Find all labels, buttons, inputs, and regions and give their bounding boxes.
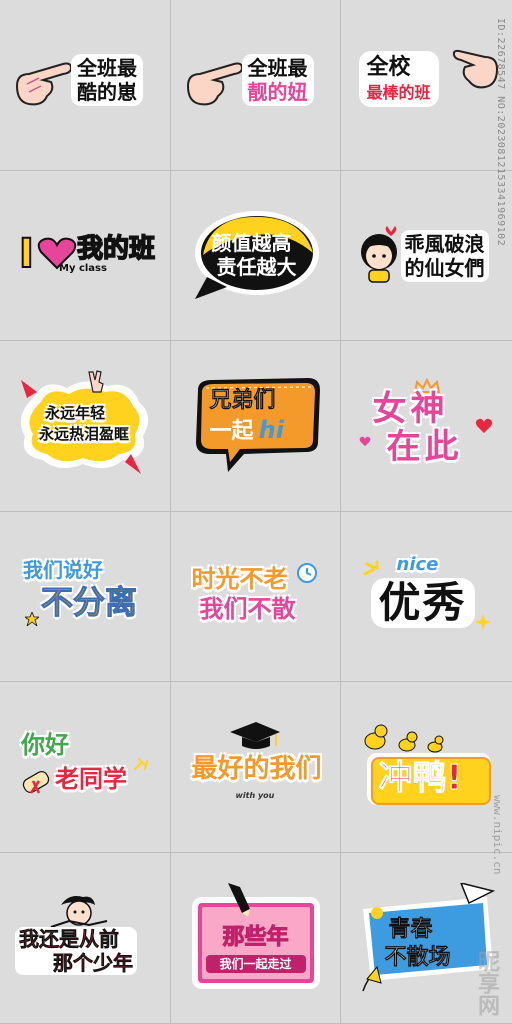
sticker-text-line1: 时光不老	[191, 564, 288, 593]
sticker-text-line1: 乖風破浪	[404, 232, 485, 257]
sticker-beauty-responsibility: 颜值越高 责任越大	[191, 207, 321, 303]
sticker-time-never-old: 时光不老 我们不散	[186, 557, 326, 637]
sticker-text-line1: 全校	[366, 54, 411, 80]
sticker-cell-6: 乖風破浪 的仙女們	[341, 170, 512, 342]
sticker-grid: 全班最 酷的崽 全班最 靓的妞 全校 最棒的班 I 我的班 My class 颜…	[0, 0, 512, 1024]
pointing-hand-icon	[452, 49, 498, 89]
clock-icon	[296, 562, 317, 583]
sticker-text-line1: 我还是从前	[19, 926, 120, 951]
sparkle-icon	[134, 758, 148, 771]
sticker-text-line2: 的仙女們	[404, 256, 485, 281]
sticker-brothers-together: 兄弟们 一起 hi	[188, 376, 324, 476]
sticker-never-part: 我们说好 不分离	[15, 552, 155, 642]
sticker-cell-14: 最好的我们 with you	[171, 682, 341, 853]
sticker-best-class: 全校 最棒的班	[357, 45, 498, 125]
sticker-text-line2: 我们一起走过	[219, 956, 292, 971]
sticker-cell-16: 我还是从前 那个少年	[0, 852, 171, 1024]
sticker-hello-classmate: 你好 老同学	[15, 727, 155, 807]
sticker-text-line1: 全班最	[77, 55, 137, 80]
pointing-hand-icon	[186, 62, 243, 106]
pointing-hand-icon	[15, 62, 73, 106]
sticker-cell-2: 全班最 靓的妞	[171, 0, 341, 171]
sticker-text-line2: 老同学	[55, 765, 127, 794]
graduation-cap-icon	[229, 722, 280, 750]
sticker-text-sub: My class	[59, 263, 107, 275]
sticker-text-line2: 最棒的班	[366, 82, 431, 102]
sticker-text-line1: 最好的我们	[191, 754, 322, 785]
sticker-coolest-kid: 全班最 酷的崽	[15, 50, 155, 120]
sticker-cell-13: 你好 老同学	[0, 682, 171, 853]
sticker-best-us: 最好的我们 with you	[186, 722, 326, 812]
sticker-cell-11: 时光不老 我们不散	[171, 511, 341, 683]
watermark-id: ID:22678547 NO:20230812153341969102	[495, 18, 506, 247]
sticker-text-line2: 一起	[209, 418, 254, 444]
peace-hand-icon	[88, 370, 104, 393]
sticker-text-line1: 我们说好	[23, 557, 103, 582]
sticker-prettiest-girl: 全班最 靓的妞	[186, 50, 326, 120]
heart-icon	[475, 418, 492, 433]
sticker-text-line1: 青春	[388, 916, 433, 942]
sticker-cell-7: 永远年轻 永远热泪盈眶	[0, 341, 171, 512]
sticker-text-line1: 颜值越高	[211, 231, 292, 256]
sticker-cell-3: 全校 最棒的班	[341, 0, 512, 171]
sticker-text-line2: 责任越大	[216, 255, 297, 280]
sticker-fairies: 乖風破浪 的仙女們	[357, 220, 497, 290]
sticker-text-line2: 优秀	[378, 577, 467, 627]
girl-avatar-icon	[360, 226, 397, 284]
sticker-cell-9: 女神 在此	[341, 341, 512, 512]
watermark-site: www.nipic.cn	[491, 794, 504, 874]
diploma-scroll-icon	[22, 771, 50, 794]
sticker-text-line2: 永远热泪盈眶	[39, 424, 130, 443]
sticker-text-sub: with you	[235, 791, 275, 801]
sticker-text-line2: 我的班	[76, 234, 156, 265]
sticker-forever-young: 永远年轻 永远热泪盈眶	[15, 370, 155, 476]
sticker-cell-5: 颜值越高 责任越大	[171, 170, 341, 342]
sticker-cell-4: I 我的班 My class	[0, 170, 171, 342]
sticker-text-line1: 那些年	[222, 924, 289, 950]
sticker-text-line2: 我们不散	[199, 594, 296, 623]
sticker-text-line1: nice	[396, 553, 439, 575]
sticker-cell-10: 我们说好 不分离	[0, 511, 171, 683]
sticker-text-line1: 你好	[21, 731, 69, 760]
sticker-text-line2: 不散场	[384, 944, 451, 970]
sparkle-icon	[474, 613, 491, 630]
sticker-text-line2: 酷的崽	[77, 79, 137, 104]
sticker-text-accent: hi	[258, 415, 284, 444]
sticker-text-line2: 在此	[386, 426, 463, 467]
sticker-goddess-here: 女神 在此	[357, 377, 497, 474]
sticker-text-line1: 冲鸭!	[378, 758, 463, 799]
ducks-icon	[364, 724, 443, 753]
sticker-cell-12: nice 优秀	[341, 511, 512, 683]
watermark-logo: 昵享网	[474, 950, 499, 1016]
sticker-text-line2: 靓的妞	[247, 79, 308, 104]
sticker-cell-15: 冲鸭!	[341, 682, 512, 853]
sticker-cell-17: 那些年 我们一起走过	[171, 852, 341, 1024]
sticker-charge-duck: 冲鸭!	[357, 717, 497, 817]
sticker-text-line1: 兄弟们	[209, 387, 276, 413]
sticker-those-years: 那些年 我们一起走过	[188, 882, 324, 993]
sticker-i-love-my-class: I 我的班 My class	[15, 230, 156, 280]
sparkle-icon	[363, 560, 378, 576]
sticker-cell-1: 全班最 酷的崽	[0, 0, 171, 171]
sticker-still-that-youth: 我还是从前 那个少年	[15, 893, 155, 983]
sticker-text-line2: 不分离	[40, 582, 138, 621]
sticker-text-i: I	[18, 231, 35, 278]
heart-icon	[359, 436, 370, 447]
sticker-text-line1: 女神	[372, 388, 449, 429]
sticker-text-line1: 全班最	[247, 55, 308, 80]
sticker-cell-8: 兄弟们 一起 hi	[171, 341, 341, 512]
sticker-text-line1: 永远年轻	[45, 403, 106, 422]
sticker-nice-excellent: nice 优秀	[357, 552, 497, 642]
sticker-text-line2: 那个少年	[53, 950, 134, 975]
